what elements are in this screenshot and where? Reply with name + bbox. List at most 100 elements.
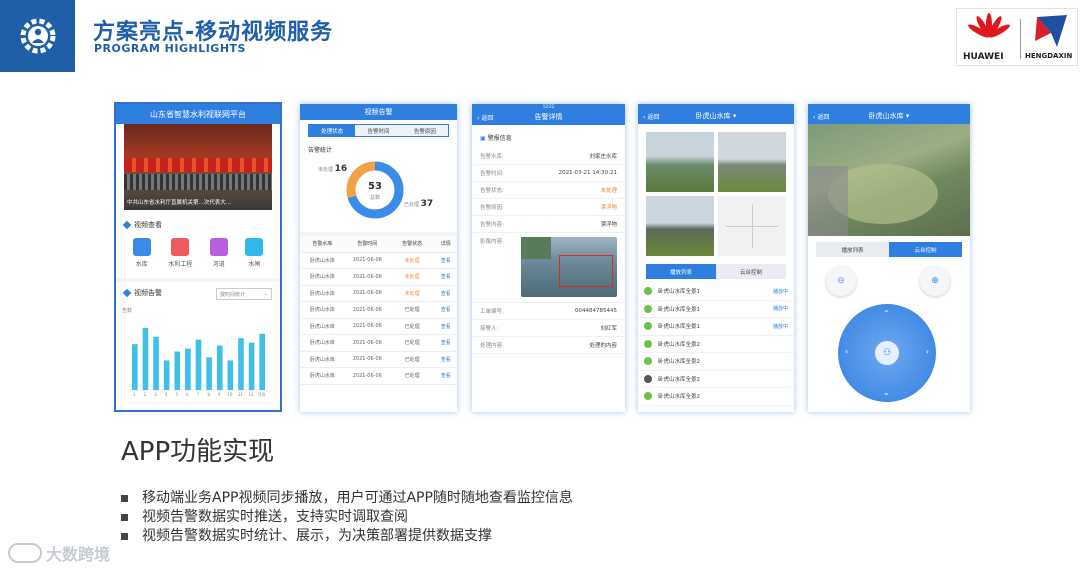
bar	[185, 348, 191, 390]
video-grid	[638, 124, 794, 260]
total-count: 53	[368, 181, 382, 192]
live-video[interactable]	[808, 124, 970, 236]
playlist-item[interactable]: 卧虎山水库全景1 播放中	[638, 318, 794, 336]
image-content-row: 影像内容:	[472, 233, 625, 303]
logo-divider	[1020, 19, 1021, 59]
ptz-left-arrow[interactable]: ‹	[845, 347, 848, 356]
tab-status[interactable]: 处理状态	[309, 125, 356, 136]
bullet-square-icon	[121, 514, 128, 521]
ptz-joystick[interactable]: ⌃ ⌄ ‹ › ⚇	[838, 304, 936, 402]
playlist-item[interactable]: 卧虎山水库全景1 播放中	[638, 301, 794, 318]
table-cell: 2021-06-06	[352, 257, 382, 264]
view-link[interactable]: 查看	[435, 372, 457, 379]
playlist-item[interactable]: 卧虎山水库全景2	[638, 371, 794, 388]
video-thumb-empty[interactable]	[718, 196, 786, 256]
x-tick-label: 2	[144, 392, 147, 397]
video-thumb-3[interactable]	[646, 196, 714, 256]
table-cell: 2021-06-06	[352, 273, 382, 280]
tab-ptz-control[interactable]: 云台控制	[889, 242, 962, 257]
zoom-out-icon: ⊖	[837, 276, 845, 286]
playlist-item[interactable]: 卧虎山水库全景2	[638, 353, 794, 371]
engineering-icon	[171, 238, 190, 256]
table-cell: 已处理	[404, 340, 420, 347]
reservoir-selector[interactable]: 卧虎山水库 ▾	[869, 111, 910, 121]
camera-status-icon	[644, 339, 652, 348]
detail-field: 处理内容: 处理的内容	[472, 337, 625, 354]
playlist-item[interactable]: 卧虎山水库全景2	[638, 388, 794, 406]
ptz-center-icon[interactable]: ⚇	[875, 341, 899, 365]
back-button[interactable]: ‹ 返回	[813, 112, 829, 121]
category-river[interactable]: 河道	[209, 238, 228, 268]
playlist-item[interactable]: 卧虎山水库全景1 播放中	[638, 283, 794, 301]
category-reservoir[interactable]: 水库	[132, 238, 151, 268]
phone5-header: ‹ 返回 卧虎山水库 ▾	[808, 108, 970, 124]
phone4-tabs: 播放列表 云台控制	[646, 264, 786, 279]
table-cell: 未处理	[404, 290, 420, 297]
view-link[interactable]: 查看	[435, 257, 457, 264]
phone3-title: 告警详情	[534, 113, 563, 121]
phone1-banner[interactable]: 中共山东省水利厅直属机关第...次代表大...	[124, 124, 272, 210]
video-thumb-1[interactable]	[646, 132, 714, 192]
zoom-out-button[interactable]: ⊖	[826, 266, 856, 296]
ptz-right-arrow[interactable]: ›	[926, 347, 929, 356]
bar	[216, 345, 223, 390]
table-cell: 未处理	[404, 257, 420, 264]
alarm-bar-chart: 告数1 2 3 4 5 6 7 8 9 10 11 12 月份	[122, 307, 268, 397]
river-icon	[209, 238, 228, 256]
huawei-logo-icon	[968, 13, 1010, 38]
bullet-square-icon	[121, 533, 128, 540]
back-button[interactable]: ‹ 返回	[477, 113, 493, 122]
table-cell: 未处理	[404, 274, 420, 281]
bar	[206, 357, 212, 390]
section-diamond-icon	[122, 288, 132, 298]
ptz-up-arrow[interactable]: ⌃	[883, 309, 890, 318]
table-cell: 已处理	[404, 373, 420, 380]
table-cell: 卧虎山水库	[309, 356, 335, 363]
reservoir-selector[interactable]: 卧虎山水库 ▾	[696, 111, 737, 121]
table-row: 卧虎山水库 2021-06-06 未处理 查看	[300, 253, 457, 269]
table-cell: 已处理	[404, 323, 420, 330]
table-cell: 已处理	[404, 307, 420, 314]
phone4-header: ‹ 返回 卧虎山水库 ▾	[638, 108, 794, 124]
x-tick-label: 5	[175, 392, 178, 397]
tab-ptz-control[interactable]: 云台控制	[716, 264, 786, 279]
bar	[195, 339, 202, 390]
detail-field: 告警状态: 未处理	[472, 182, 625, 199]
video-thumb-2[interactable]	[718, 132, 786, 192]
x-tick-label: 11	[238, 392, 244, 397]
partner-logos: HUAWEI HENGDAXIN	[956, 8, 1078, 66]
back-button[interactable]: ‹ 返回	[643, 112, 659, 121]
view-link[interactable]: 查看	[435, 339, 457, 346]
alarm-donut: 53 总数 未处理 16 已处理 37	[300, 154, 457, 232]
category-engineering[interactable]: 水利工程	[168, 238, 192, 268]
x-tick-label: 9	[218, 392, 221, 397]
view-link[interactable]: 查看	[435, 273, 457, 280]
handled-stat: 已处理 37	[404, 199, 434, 209]
huawei-logo-text: HUAWEI	[963, 52, 1004, 62]
watermark-logo-icon	[8, 543, 42, 563]
playlist-item[interactable]: 卧虎山水库全景2	[638, 336, 794, 353]
hengdaxin-logo-icon	[1035, 15, 1067, 47]
table-cell: 2021-06-06	[352, 339, 382, 346]
tab-reason[interactable]: 告警原因	[401, 125, 448, 136]
camera-status-icon	[644, 287, 652, 296]
table-cell: 2021-06-06	[352, 290, 382, 297]
alarm-snapshot[interactable]	[521, 237, 617, 297]
tab-playlist[interactable]: 播放列表	[646, 264, 716, 279]
tab-playlist[interactable]: 播放列表	[816, 242, 889, 257]
table-cell: 已处理	[404, 356, 420, 363]
zoom-in-button[interactable]: ⊕	[920, 266, 950, 296]
ptz-down-arrow[interactable]: ⌄	[883, 388, 890, 397]
section-title: APP功能实现	[121, 437, 275, 467]
stat-dropdown[interactable]: 按时间统计 ⌄	[216, 288, 272, 300]
bar	[174, 351, 181, 390]
view-link[interactable]: 查看	[435, 356, 457, 363]
category-sluice[interactable]: 水闸	[245, 238, 264, 268]
view-link[interactable]: 查看	[435, 323, 457, 330]
tab-time[interactable]: 告警时间	[355, 125, 402, 136]
view-link[interactable]: 查看	[435, 306, 457, 313]
zoom-in-icon: ⊕	[931, 276, 939, 286]
video-section-header: 视频查看	[122, 220, 280, 230]
view-link[interactable]: 查看	[435, 290, 457, 297]
detail-field: 工单编号: 004484785445	[472, 303, 625, 320]
